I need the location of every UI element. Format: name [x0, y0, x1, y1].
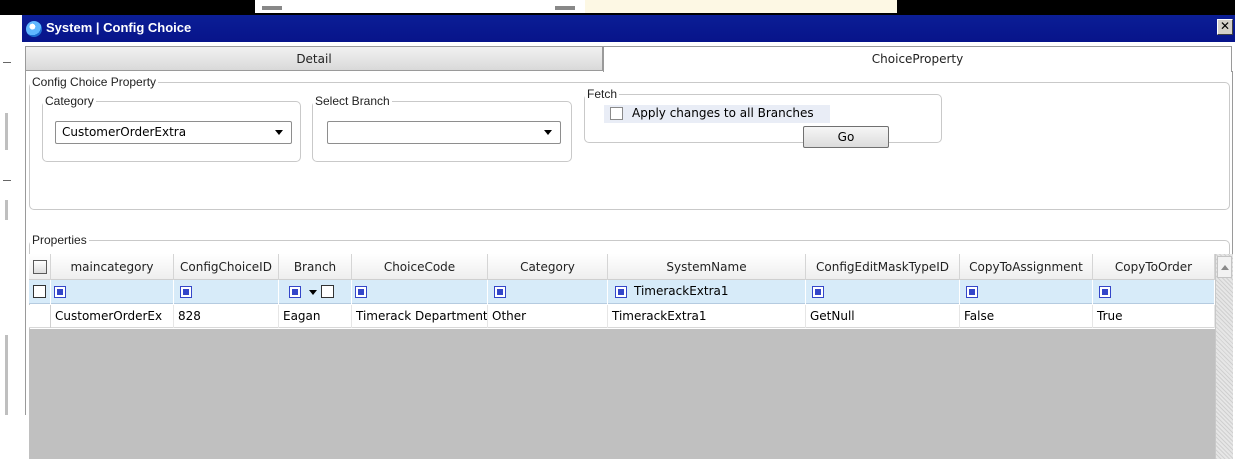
- column-header-maincategory[interactable]: maincategory: [51, 254, 174, 280]
- grid-header: maincategory ConfigChoiceID Branch Choic…: [29, 254, 1215, 280]
- filter-cell[interactable]: [806, 280, 960, 304]
- filter-operator-icon[interactable]: [812, 286, 824, 298]
- column-header-configchoiceid[interactable]: ConfigChoiceID: [174, 254, 279, 280]
- column-header-choicecode[interactable]: ChoiceCode: [352, 254, 488, 280]
- filter-operator-icon[interactable]: [966, 286, 978, 298]
- cell-category[interactable]: Other: [488, 305, 608, 328]
- filter-cell[interactable]: [352, 280, 488, 304]
- divider: [5, 113, 8, 150]
- apply-all-checkbox[interactable]: [610, 107, 623, 120]
- filter-cell[interactable]: [51, 280, 174, 304]
- column-header-category[interactable]: Category: [488, 254, 608, 280]
- chevron-down-icon[interactable]: [309, 290, 317, 295]
- tab-choiceproperty[interactable]: ChoiceProperty: [603, 46, 1232, 72]
- category-group: Category CustomerOrderExtra: [42, 94, 301, 162]
- cell-maincategory[interactable]: CustomerOrderEx: [51, 305, 174, 328]
- background-scroll-thumb: [262, 6, 282, 10]
- background-scroll-thumb: [555, 6, 575, 10]
- divider: [3, 62, 11, 63]
- config-choice-window: System | Config Choice ✕ Detail ChoicePr…: [22, 15, 1235, 459]
- divider: [3, 180, 11, 181]
- go-button[interactable]: Go: [803, 126, 889, 148]
- select-branch-group: Select Branch: [312, 94, 572, 162]
- column-header-configeditmasktypeid[interactable]: ConfigEditMaskTypeID: [806, 254, 960, 280]
- cell-branch[interactable]: Eagan: [279, 305, 352, 328]
- filter-row: TimerackExtra1: [29, 280, 1215, 304]
- category-select[interactable]: CustomerOrderExtra: [55, 121, 292, 144]
- divider: [5, 335, 8, 415]
- tab-content: Config Choice Property Category Customer…: [25, 71, 1233, 459]
- filter-operator-icon[interactable]: [494, 286, 506, 298]
- scroll-up-icon[interactable]: [1217, 256, 1232, 278]
- filter-operator-icon[interactable]: [355, 286, 367, 298]
- category-legend: Category: [45, 94, 94, 108]
- table-row[interactable]: CustomerOrderEx 828 Eagan Timerack Depar…: [29, 305, 1215, 328]
- column-chooser-icon[interactable]: [29, 254, 51, 280]
- apply-all-label: Apply changes to all Branches: [632, 106, 814, 120]
- column-header-copytoassignment[interactable]: CopyToAssignment: [960, 254, 1093, 280]
- cell-systemname[interactable]: TimerackExtra1: [608, 305, 806, 328]
- close-icon[interactable]: ✕: [1217, 19, 1233, 35]
- fetch-legend: Fetch: [587, 87, 618, 101]
- cell-configeditmasktypeid[interactable]: GetNull: [806, 305, 960, 328]
- branch-select[interactable]: [327, 121, 561, 144]
- filter-cell[interactable]: [1093, 280, 1215, 304]
- filter-operator-icon[interactable]: [615, 286, 627, 298]
- row-selector[interactable]: [29, 305, 51, 328]
- filter-operator-icon[interactable]: [180, 286, 192, 298]
- vertical-scrollbar[interactable]: [1215, 254, 1233, 459]
- chevron-down-icon[interactable]: [544, 130, 552, 135]
- clear-filter-icon[interactable]: [29, 280, 51, 304]
- tab-strip: Detail ChoiceProperty: [22, 46, 1235, 72]
- app-icon: [26, 21, 42, 37]
- background-window-edge: [0, 15, 22, 415]
- grid-empty-area: [29, 329, 1215, 459]
- filter-cell[interactable]: TimerackExtra1: [608, 280, 806, 304]
- filter-operator-icon[interactable]: [54, 286, 66, 298]
- filter-operator-icon[interactable]: [1099, 286, 1111, 298]
- cell-copytoassignment[interactable]: False: [960, 305, 1093, 328]
- filter-cell[interactable]: [174, 280, 279, 304]
- clear-filter-icon[interactable]: [321, 285, 334, 298]
- fetch-group: Fetch Apply changes to all Branches Go: [584, 87, 942, 148]
- group-legend: Config Choice Property: [32, 75, 157, 89]
- properties-grid: maincategory ConfigChoiceID Branch Choic…: [29, 254, 1233, 459]
- window-title: System | Config Choice: [46, 20, 192, 35]
- divider: [5, 200, 8, 220]
- column-header-branch[interactable]: Branch: [279, 254, 352, 280]
- filter-cell[interactable]: [488, 280, 608, 304]
- background-window-strip: [0, 0, 1235, 15]
- chevron-down-icon[interactable]: [275, 130, 283, 135]
- background-panel: [585, 0, 897, 13]
- filter-cell[interactable]: [279, 280, 352, 304]
- properties-group: Properties maincategory ConfigChoiceID B…: [29, 233, 1233, 459]
- column-header-systemname[interactable]: SystemName: [608, 254, 806, 280]
- category-value: CustomerOrderExtra: [62, 125, 187, 139]
- cell-configchoiceid[interactable]: 828: [174, 305, 279, 328]
- select-branch-legend: Select Branch: [315, 94, 390, 108]
- window-titlebar: System | Config Choice ✕: [22, 15, 1235, 42]
- cell-choicecode[interactable]: Timerack Department: [352, 305, 488, 328]
- config-choice-property-group: Config Choice Property Category Customer…: [29, 75, 1230, 210]
- properties-legend: Properties: [32, 233, 87, 247]
- filter-operator-icon[interactable]: [289, 286, 301, 298]
- cell-copytoorder[interactable]: True: [1093, 305, 1215, 328]
- filter-cell[interactable]: [960, 280, 1093, 304]
- apply-all-row[interactable]: Apply changes to all Branches: [604, 105, 830, 123]
- systemname-filter-value[interactable]: TimerackExtra1: [634, 284, 729, 298]
- tab-detail[interactable]: Detail: [25, 46, 603, 71]
- column-header-copytoorder[interactable]: CopyToOrder: [1093, 254, 1215, 280]
- background-panel: [255, 0, 585, 13]
